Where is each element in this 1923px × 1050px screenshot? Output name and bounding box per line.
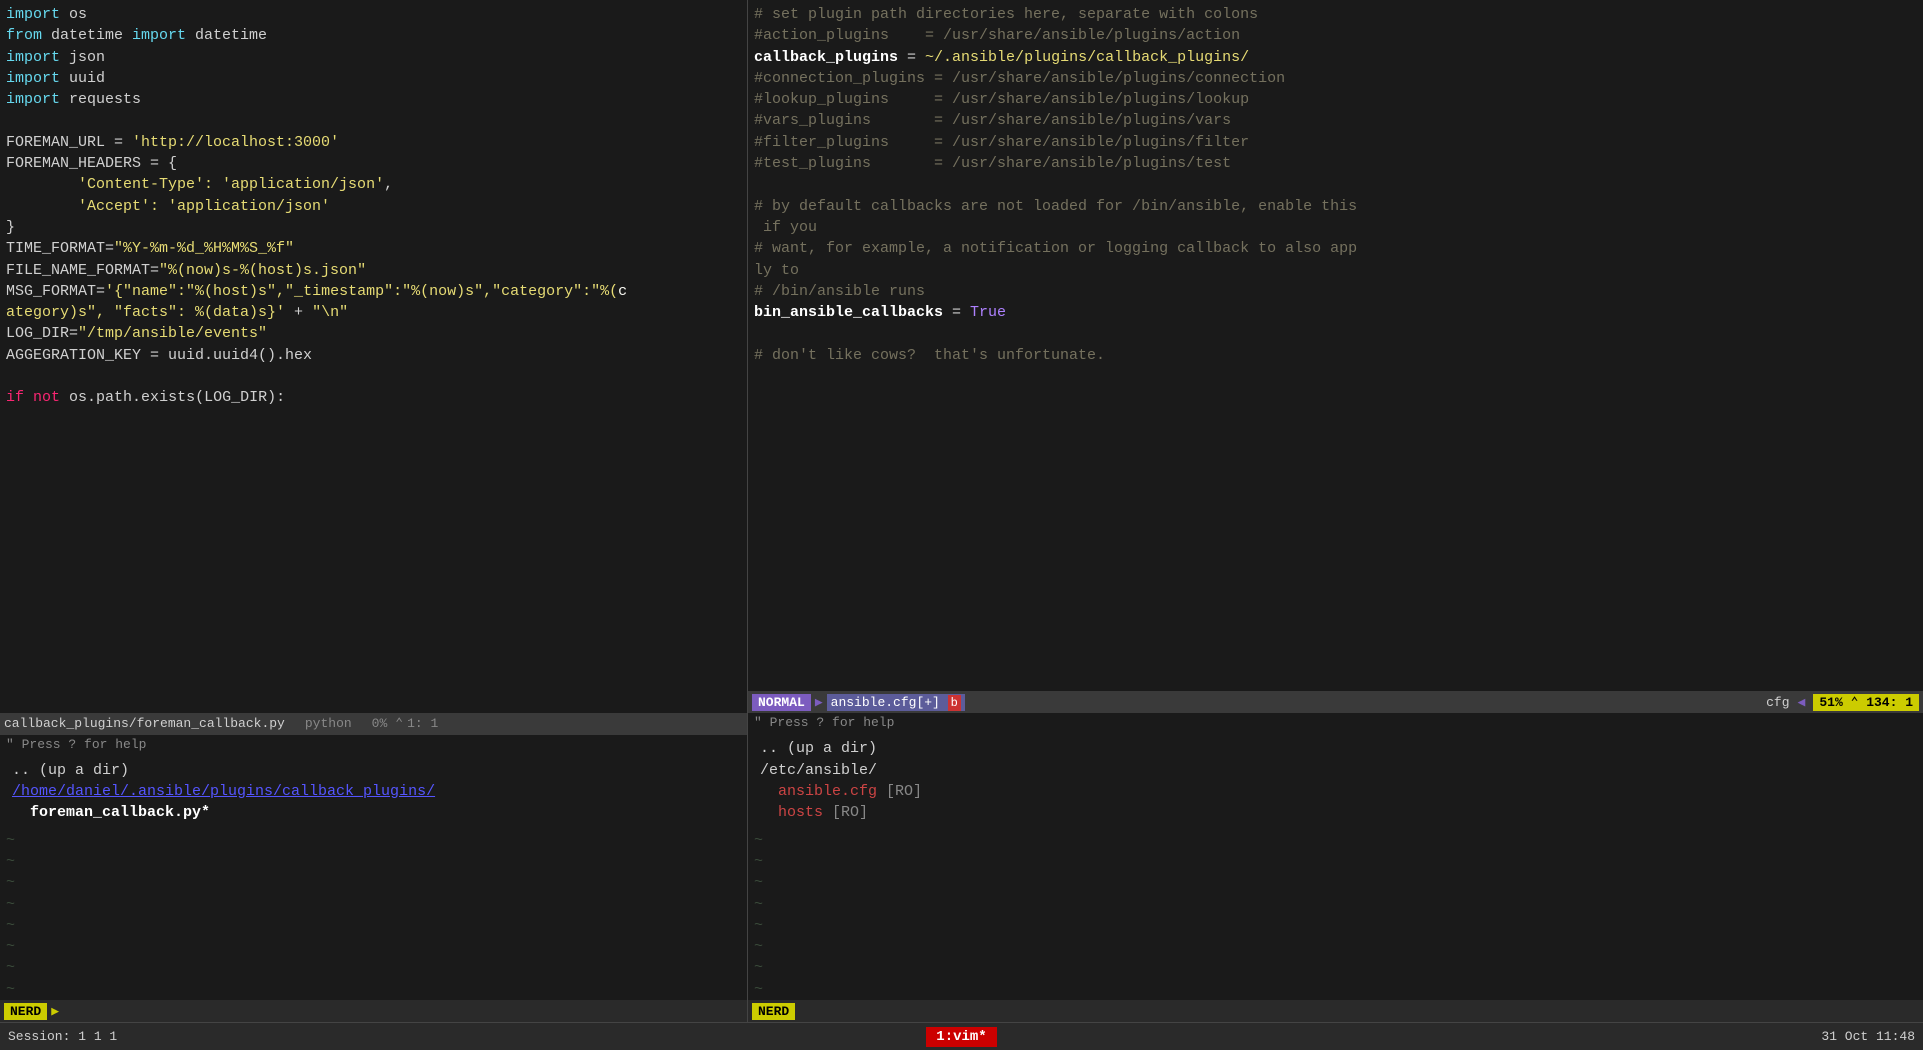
left-tildes: ~ ~ ~ ~ ~ ~ ~ ~ bbox=[0, 830, 747, 1000]
left-filename: callback_plugins/foreman_callback.py bbox=[4, 716, 285, 731]
left-nerd-bar: NERD ▶ bbox=[0, 1000, 747, 1022]
left-code: import os from datetime import datetime … bbox=[0, 0, 747, 413]
right-code-area: # set plugin path directories here, sepa… bbox=[748, 0, 1923, 691]
right-arrow: ▶ bbox=[815, 695, 823, 710]
right-arrow2: ◀ bbox=[1798, 695, 1806, 710]
left-file-explorer: .. (up a dir) /home/daniel/.ansible/plug… bbox=[0, 754, 747, 830]
right-status-bar: NORMAL ▶ ansible.cfg[+] b cfg ◀ 51% ⌃ 13… bbox=[748, 691, 1923, 713]
right-dir: .. (up a dir) /etc/ansible/ ansible.cfg … bbox=[754, 734, 1917, 827]
left-cursor-icon: ⌃ bbox=[395, 716, 403, 731]
left-filetype: python bbox=[305, 716, 352, 731]
right-press-help: " Press ? for help bbox=[748, 713, 1923, 732]
right-nerd-label: NERD bbox=[752, 1003, 795, 1020]
left-code-area: import os from datetime import datetime … bbox=[0, 0, 747, 713]
right-percent: 51% ⌃ 134: 1 bbox=[1813, 694, 1919, 711]
right-pane: # set plugin path directories here, sepa… bbox=[748, 0, 1923, 1022]
right-code: # set plugin path directories here, sepa… bbox=[748, 0, 1923, 370]
right-file-explorer: .. (up a dir) /etc/ansible/ ansible.cfg … bbox=[748, 732, 1923, 829]
left-nerd-prompt: ▶ bbox=[51, 1004, 59, 1019]
left-press-help: " Press ? for help bbox=[0, 735, 747, 754]
right-nerd-bar: NERD bbox=[748, 1000, 1923, 1022]
main-area: import os from datetime import datetime … bbox=[0, 0, 1923, 1022]
left-lineinfo: 1: 1 bbox=[407, 716, 438, 731]
right-filetype: cfg bbox=[1766, 695, 1789, 710]
left-pane: import os from datetime import datetime … bbox=[0, 0, 748, 1022]
session-info: Session: 1 1 1 bbox=[8, 1029, 926, 1044]
vim-label: 1:vim* bbox=[926, 1027, 996, 1047]
right-tildes: ~ ~ ~ ~ ~ ~ ~ ~ bbox=[748, 830, 1923, 1000]
right-mode-normal: NORMAL bbox=[752, 694, 811, 711]
left-status-bar: callback_plugins/foreman_callback.py pyt… bbox=[0, 713, 747, 735]
bottom-bar: Session: 1 1 1 1:vim* 31 Oct 11:48 bbox=[0, 1022, 1923, 1050]
left-dir: .. (up a dir) /home/daniel/.ansible/plug… bbox=[6, 756, 741, 828]
datetime: 31 Oct 11:48 bbox=[997, 1029, 1915, 1044]
left-percent: 0% bbox=[372, 716, 388, 731]
right-filename: ansible.cfg[+] b bbox=[827, 694, 965, 711]
left-nerd-label: NERD bbox=[4, 1003, 47, 1020]
